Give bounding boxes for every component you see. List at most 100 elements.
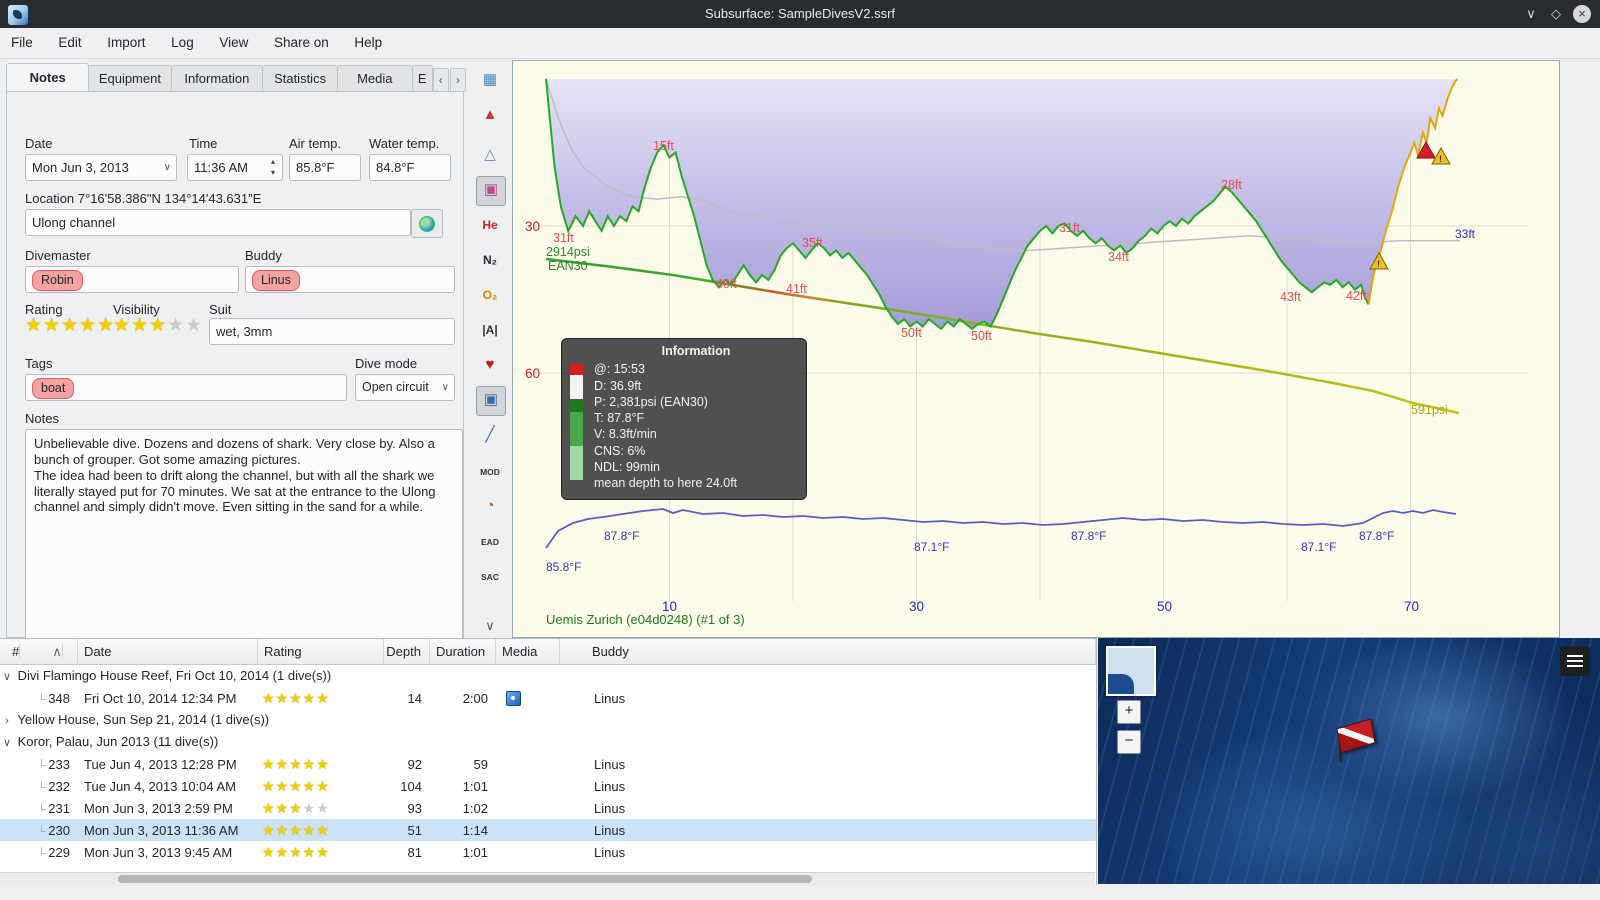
watertemp-label: Water temp. [369, 136, 440, 151]
airtemp-input[interactable]: 85.8°F [289, 154, 361, 181]
dive-row[interactable]: └ 348 Fri Oct 10, 2014 12:34 PM ★★★★★ 14 … [0, 687, 1096, 709]
tab-information[interactable]: Information [170, 65, 264, 92]
dive-row[interactable]: └ 229 Mon Jun 3, 2013 9:45 AM ★★★★★ 81 1:… [0, 841, 1096, 863]
he-graph-icon[interactable]: He [476, 211, 504, 239]
dive-row[interactable]: └ 233 Tue Jun 4, 2013 12:28 PM ★★★★★ 92 5… [0, 753, 1096, 775]
tooltip-line: D: 36.9ft [594, 378, 642, 393]
col-duration[interactable]: Duration [430, 639, 496, 664]
zoom-out-button[interactable]: − [1117, 730, 1141, 754]
depth-label: 31ft [1059, 221, 1080, 235]
trip-row[interactable]: ∨ Divi Flamingo House Reef, Fri Oct 10, … [0, 665, 1096, 687]
trip-row[interactable]: ∨ Koror, Palau, Jun 2013 (11 dive(s)) [0, 731, 1096, 753]
tab-extra[interactable]: E [411, 65, 433, 92]
col-number[interactable]: # ∧ [0, 639, 78, 664]
globe-button[interactable] [411, 209, 443, 238]
media-thumbnail-icon[interactable] [506, 691, 521, 707]
dive-site-map[interactable]: + − [1098, 638, 1600, 884]
time-input[interactable]: 11:36 AM ▴ ▾ [187, 154, 283, 181]
tooltip-title: Information [661, 344, 731, 358]
tab-scroll-left-icon[interactable]: ‹ [432, 68, 449, 92]
date-label: Date [25, 136, 53, 151]
notes-textarea[interactable]: Unbelievable dive. Dozens and dozens of … [25, 429, 463, 666]
date-input[interactable]: Mon Jun 3, 2013 ∨ [25, 154, 177, 181]
tags-input[interactable]: boat [25, 374, 347, 401]
tab-equipment[interactable]: Equipment [88, 65, 172, 92]
divemaster-label: Divemaster [25, 248, 91, 263]
menu-share-on[interactable]: Share on [263, 28, 340, 50]
tag-boat: boat [32, 378, 75, 399]
menu-import[interactable]: Import [96, 28, 156, 50]
tab-media[interactable]: Media [336, 65, 413, 92]
calc-ceiling-icon[interactable]: △ [476, 141, 504, 169]
dive-row[interactable]: └ 232 Tue Jun 4, 2013 10:04 AM ★★★★★ 104 … [0, 775, 1096, 797]
divemode-label: Dive mode [355, 356, 418, 371]
suit-input[interactable]: wet, 3mm [209, 318, 455, 345]
visibility-stars[interactable]: ★★★★★ [113, 314, 203, 337]
zoom-in-button[interactable]: + [1117, 700, 1141, 724]
toolbar-more-icon[interactable]: ∨ [476, 612, 504, 640]
menu-file[interactable]: File [0, 28, 44, 50]
col-rating[interactable]: Rating [258, 639, 384, 664]
tab-statistics[interactable]: Statistics [262, 65, 338, 92]
dive-row-selected[interactable]: └ 230 Mon Jun 3, 2013 11:36 AM ★★★★★ 51 1… [0, 819, 1096, 841]
tab-scroll-right-icon[interactable]: › [449, 68, 467, 92]
divemode-select[interactable]: Open circuit ∨ [355, 374, 455, 401]
chevron-down-icon[interactable]: ∨ [0, 666, 14, 687]
ruler-icon[interactable]: ╱ [476, 421, 504, 449]
menu-log[interactable]: Log [160, 28, 205, 50]
notes-label: Notes [25, 411, 59, 426]
pressure-end-label: 591psi [1411, 403, 1448, 417]
watertemp-input[interactable]: 84.8°F [369, 154, 451, 181]
sac-icon[interactable]: SAC [476, 562, 504, 590]
close-button[interactable]: × [1573, 5, 1591, 23]
scrollbar-thumb[interactable] [118, 875, 812, 883]
menu-view[interactable]: View [208, 28, 259, 50]
temp-label: 87.8°F [1359, 529, 1394, 543]
dc-ceiling-icon[interactable]: ▲ [476, 101, 504, 129]
dc-data-icon[interactable]: ▦ [476, 66, 504, 94]
svg-text:!: ! [1439, 154, 1442, 164]
menu-help[interactable]: Help [343, 28, 393, 50]
tissues-icon[interactable]: ◔ [476, 492, 504, 520]
col-date[interactable]: Date [78, 639, 258, 664]
chevron-down-icon[interactable]: ∨ [0, 732, 14, 753]
dive-profile-panel[interactable]: ! ! 30 60 10 30 50 70 31ft 15ft 40ft 41f… [512, 60, 1560, 638]
temp-label: 85.8°F [546, 560, 581, 574]
dive-flag-marker[interactable] [1327, 718, 1377, 765]
mod-icon[interactable]: MOD [476, 457, 504, 485]
globe-icon [419, 216, 435, 232]
chevron-right-icon[interactable]: › [0, 710, 14, 731]
buddy-input[interactable]: Linus [245, 266, 455, 293]
horizontal-scrollbar[interactable] [0, 872, 1095, 886]
minimap-overview[interactable] [1106, 646, 1156, 696]
o2-graph-icon[interactable]: O₂ [476, 281, 504, 309]
photos-icon[interactable]: ▣ [476, 386, 506, 416]
depth-label: 42ft [1346, 289, 1367, 303]
time-spinner[interactable]: ▴ ▾ [267, 156, 279, 178]
tab-bar: Notes Equipment Information Statistics M… [6, 63, 467, 92]
col-depth[interactable]: Depth [384, 639, 430, 664]
trip-label: Yellow House, Sun Sep 21, 2014 (1 dive(s… [17, 712, 270, 727]
setpoint-icon[interactable]: |A| [476, 316, 504, 344]
map-menu-button[interactable] [1560, 646, 1590, 676]
minimize-button[interactable]: ∨ [1520, 3, 1542, 25]
maximize-button[interactable]: ◇ [1545, 3, 1567, 25]
buddy-tag: Linus [252, 270, 300, 291]
x-tick-70: 70 [1404, 599, 1419, 614]
trip-row[interactable]: › Yellow House, Sun Sep 21, 2014 (1 dive… [0, 709, 1096, 731]
col-buddy[interactable]: Buddy [560, 639, 1096, 664]
ceiling-3m-icon[interactable]: ▣ [476, 176, 506, 206]
col-media[interactable]: Media [496, 639, 560, 664]
dive-row[interactable]: └ 231 Mon Jun 3, 2013 2:59 PM ★★★★★ 93 1:… [0, 797, 1096, 819]
tree-branch: └ [37, 781, 46, 794]
y-tick-60: 60 [525, 366, 540, 381]
heart-rate-icon[interactable]: ♥ [476, 351, 504, 379]
location-input[interactable]: Ulong channel [25, 209, 411, 236]
rating-stars[interactable]: ★★★★★ [25, 314, 115, 337]
divemaster-input[interactable]: Robin [25, 266, 239, 293]
menu-edit[interactable]: Edit [47, 28, 92, 50]
ead-icon[interactable]: EAD [476, 527, 504, 555]
profile-toolbar: ▦ ▲ △ ▣ He N₂ O₂ |A| ♥ ▣ ╱ MOD ◔ EAD SAC… [468, 58, 512, 638]
tab-notes[interactable]: Notes [6, 63, 90, 92]
n2-graph-icon[interactable]: N₂ [476, 246, 504, 274]
